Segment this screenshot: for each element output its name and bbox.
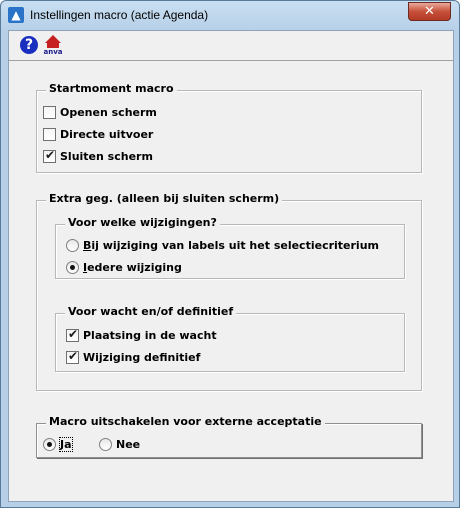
group-externe-acceptatie: Macro uitschakelen voor externe acceptat… — [36, 415, 422, 458]
radio-label: Nee — [116, 438, 141, 451]
checkbox-label: Openen scherm — [60, 106, 157, 119]
anva-button[interactable]: anva — [42, 34, 64, 56]
group-acceptatie-legend: Macro uitschakelen voor externe acceptat… — [46, 415, 325, 428]
radio-label: Iedere wijziging — [83, 261, 182, 274]
checkbox-box[interactable] — [43, 128, 56, 141]
checkbox-box[interactable] — [66, 327, 79, 342]
radio-label: Ja — [59, 437, 73, 452]
dialog-window: ▲ Instellingen macro (actie Agenda) ✕ ? … — [0, 0, 460, 508]
radio-circle[interactable] — [43, 438, 56, 451]
anva-logo-label: anva — [43, 48, 63, 56]
group-voor-wacht-definitief: Voor wacht en/of definitief Plaatsing in… — [55, 305, 405, 372]
checkbox-label: Sluiten scherm — [60, 150, 153, 163]
checkbox-label: Wijziging definitief — [83, 351, 201, 364]
anva-house-icon — [45, 35, 61, 43]
help-button[interactable]: ? — [18, 34, 40, 56]
help-icon: ? — [20, 36, 38, 54]
checkbox-box[interactable] — [43, 106, 56, 119]
checkbox-label: Directe uitvoer — [60, 128, 154, 141]
checkbox-label: Plaatsing in de wacht — [83, 329, 217, 342]
radio-label: Bij wijziging van labels uit het selecti… — [83, 239, 379, 252]
toolbar: ? anva — [9, 31, 453, 61]
group-wacht-legend: Voor wacht en/of definitief — [65, 305, 237, 318]
radio-circle[interactable] — [66, 239, 79, 252]
dialog-client-area: ? anva Startmoment macro Openen scherm D… — [8, 30, 454, 502]
group-startmoment: Startmoment macro Openen scherm Directe … — [36, 82, 422, 173]
group-wijzigingen-legend: Voor welke wijzigingen? — [65, 216, 220, 229]
radio-circle[interactable] — [99, 438, 112, 451]
radio-circle[interactable] — [66, 261, 79, 274]
checkbox-box[interactable] — [66, 349, 79, 364]
title-bar[interactable]: ▲ Instellingen macro (actie Agenda) ✕ — [1, 1, 459, 29]
close-button[interactable]: ✕ — [408, 2, 451, 21]
group-voor-welke-wijzigingen: Voor welke wijzigingen? Bij wijziging va… — [55, 216, 405, 279]
group-extra-legend: Extra geg. (alleen bij sluiten scherm) — [46, 192, 283, 205]
app-icon: ▲ — [8, 7, 24, 23]
group-startmoment-legend: Startmoment macro — [46, 82, 177, 95]
window-title: Instellingen macro (actie Agenda) — [30, 8, 209, 22]
group-extra-gegevens: Extra geg. (alleen bij sluiten scherm) V… — [36, 192, 422, 391]
checkbox-box[interactable] — [43, 148, 56, 163]
